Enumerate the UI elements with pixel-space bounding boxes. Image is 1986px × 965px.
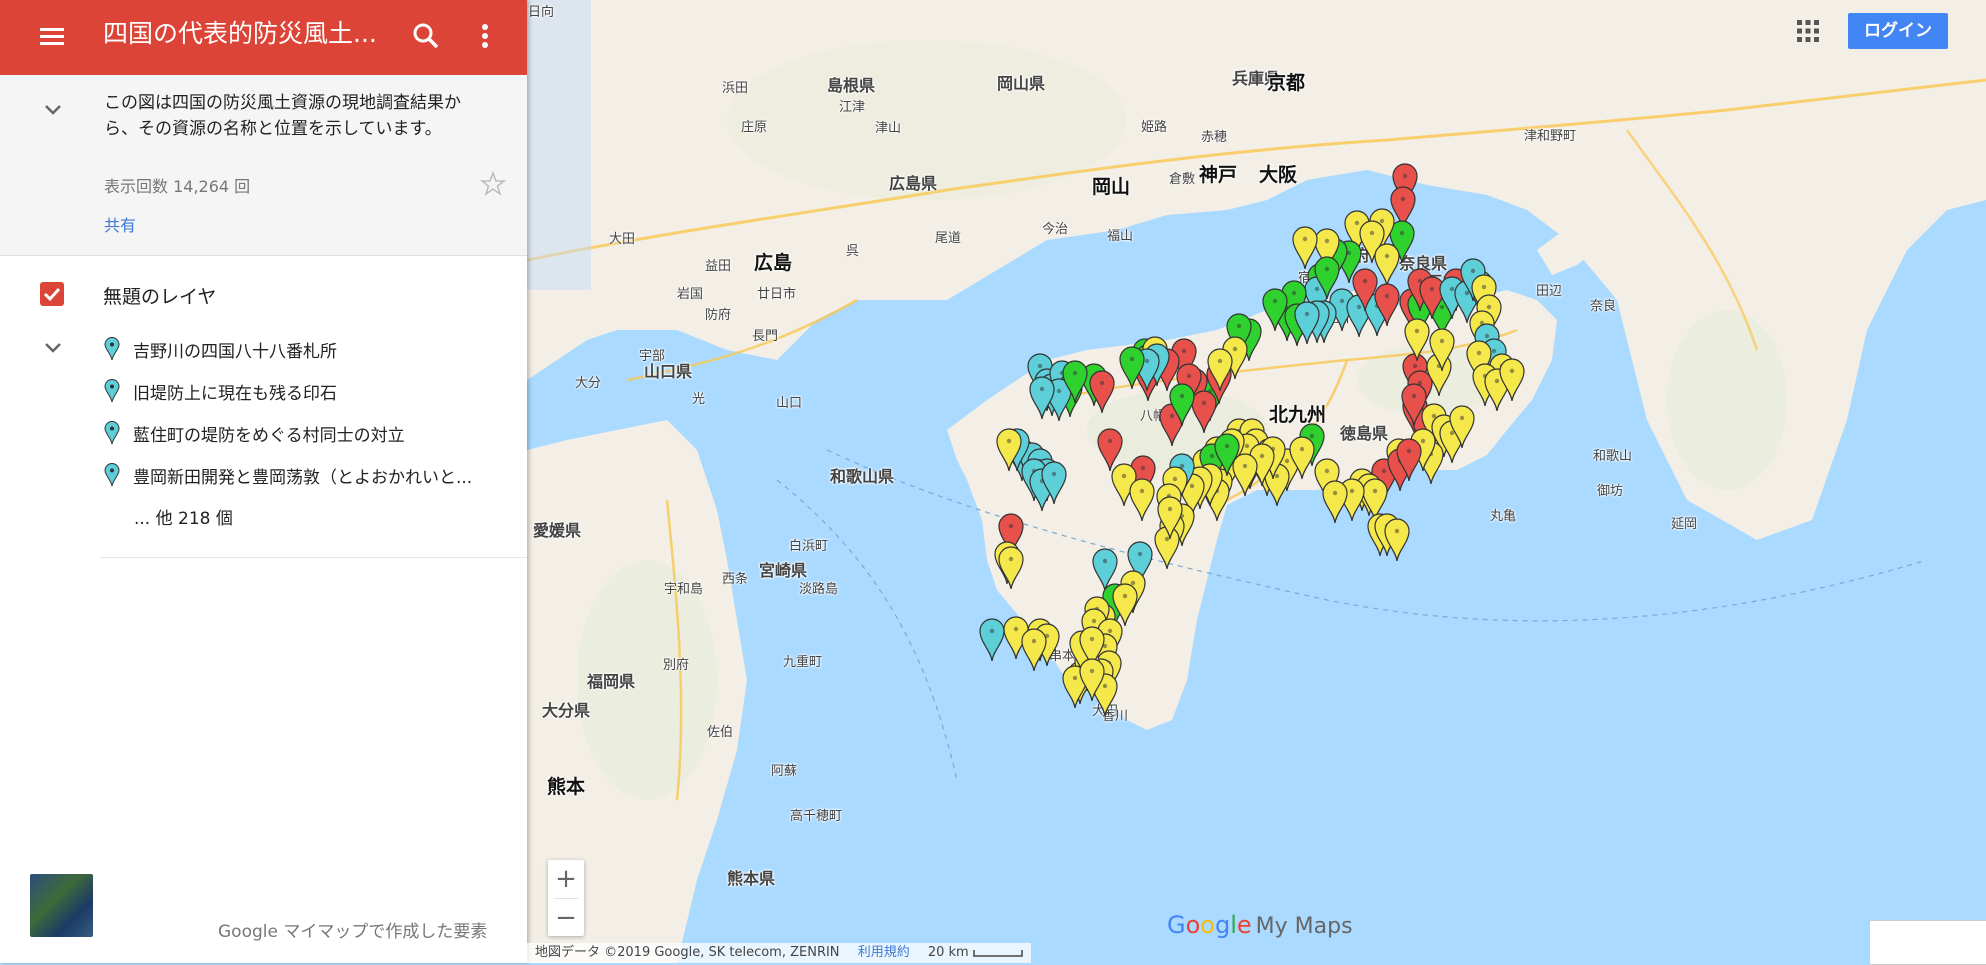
layer-section	[0, 256, 527, 556]
layer-item-label: 豊岡新田開発と豊岡荡敦（とよおかれいと...	[133, 468, 473, 488]
map-canvas[interactable]: 島根県岡山県兵庫県京都広島県岡山神戸大阪広島大阪府奈良県三重県山口県北九州徳島県…	[527, 0, 1986, 963]
map-marker-pin-icon[interactable]	[1294, 301, 1320, 345]
title-bar: 四国の代表的防災風土...	[0, 0, 527, 75]
map-title: 四国の代表的防災風土...	[103, 19, 377, 48]
star-icon[interactable]	[480, 171, 506, 197]
layer-item-label: 旧堤防上に現在も残る印石	[133, 384, 337, 404]
attribution-text: 地図データ ©2019 Google, SK telecom, ZENRIN	[535, 945, 840, 960]
more-options-icon[interactable]	[473, 20, 497, 52]
menu-icon[interactable]	[38, 22, 66, 50]
map-marker-pin-icon[interactable]	[1232, 453, 1258, 497]
map-marker-pin-icon[interactable]	[996, 428, 1022, 472]
map-marker-pin-icon[interactable]	[1396, 438, 1422, 482]
map-marker-pin-icon[interactable]	[979, 618, 1005, 662]
map-marker-pin-icon[interactable]	[1289, 436, 1315, 480]
zoom-control: + −	[548, 860, 584, 936]
map-marker-pin-icon[interactable]	[1079, 658, 1105, 702]
google-my-maps-logo: Google My Maps	[1167, 911, 1353, 939]
map-description: この図は四国の防災風土資源の現地調査結果から、その資源の名称と位置を示しています…	[104, 93, 461, 139]
map-marker-pin-icon[interactable]	[1029, 376, 1055, 420]
layer-name[interactable]: 無題のレイヤ	[103, 282, 216, 309]
chevron-down-icon[interactable]	[40, 335, 66, 361]
map-marker-pin-icon[interactable]	[1021, 628, 1047, 672]
map-marker-pin-icon[interactable]	[1404, 318, 1430, 362]
map-marker-pin-icon[interactable]	[1041, 461, 1067, 505]
map-marker-pin-icon[interactable]	[1157, 496, 1183, 540]
terms-link[interactable]: 利用規約	[858, 945, 910, 960]
my-maps-text: My Maps	[1255, 914, 1353, 939]
view-count: 表示回数 14,264 回	[104, 177, 251, 196]
basemap-thumbnail[interactable]	[30, 874, 93, 937]
zoom-in-button[interactable]: +	[548, 860, 584, 898]
layer-item[interactable]: 藍住町の堤防をめぐる村同士の対立	[104, 417, 504, 447]
footer-note: Google マイマップで作成した要素	[218, 922, 488, 942]
map-pin-icon	[104, 463, 120, 487]
map-corner-box[interactable]	[1869, 920, 1986, 965]
map-marker-pin-icon[interactable]	[1322, 480, 1348, 524]
map-pin-icon	[104, 337, 120, 361]
share-link[interactable]: 共有	[104, 212, 136, 236]
layer-item[interactable]: 豊岡新田開発と豊岡荡敦（とよおかれいと...	[104, 459, 504, 489]
search-icon[interactable]	[410, 20, 442, 52]
chevron-down-icon[interactable]	[40, 97, 66, 123]
divider	[100, 557, 527, 558]
map-marker-pin-icon[interactable]	[1119, 346, 1145, 390]
map-pin-icon	[104, 379, 120, 403]
layer-checkbox[interactable]	[40, 282, 64, 306]
map-marker-pin-icon[interactable]	[1089, 370, 1115, 414]
map-marker-pin-icon[interactable]	[1384, 518, 1410, 562]
sidebar: 四国の代表的防災風土... この図は四国の防災風土資源の現地調査結果から、その資…	[0, 0, 527, 963]
scale-label: 20 km	[927, 945, 969, 960]
map-marker-pin-icon[interactable]	[1207, 348, 1233, 392]
map-pin-icon	[104, 421, 120, 445]
login-button[interactable]: ログイン	[1848, 13, 1948, 49]
layer-item[interactable]: 吉野川の四国八十八番札所	[104, 333, 504, 363]
checkmark-icon	[43, 287, 61, 302]
scale-bar-icon	[973, 949, 1023, 957]
map-marker-pin-icon[interactable]	[1062, 360, 1088, 404]
zoom-out-button[interactable]: −	[548, 899, 584, 937]
google-logo: Google	[1167, 911, 1252, 939]
map-marker-pin-icon[interactable]	[1429, 328, 1455, 372]
layer-item-label: 吉野川の四国八十八番札所	[133, 342, 337, 362]
layer-item[interactable]: 旧堤防上に現在も残る印石	[104, 375, 504, 405]
more-items-link[interactable]: ... 他 218 個	[134, 504, 233, 529]
map-marker-pin-icon[interactable]	[998, 546, 1024, 590]
layer-item-label: 藍住町の堤防をめぐる村同士の対立	[133, 426, 405, 446]
map-marker-pin-icon[interactable]	[1352, 268, 1378, 312]
map-attribution: 地図データ ©2019 Google, SK telecom, ZENRIN 利…	[527, 943, 1031, 963]
map-marker-pin-icon[interactable]	[1129, 478, 1155, 522]
map-marker-pin-icon[interactable]	[1499, 358, 1525, 402]
map-marker-pin-icon[interactable]	[1449, 405, 1475, 449]
apps-grid-icon[interactable]	[1796, 19, 1820, 43]
